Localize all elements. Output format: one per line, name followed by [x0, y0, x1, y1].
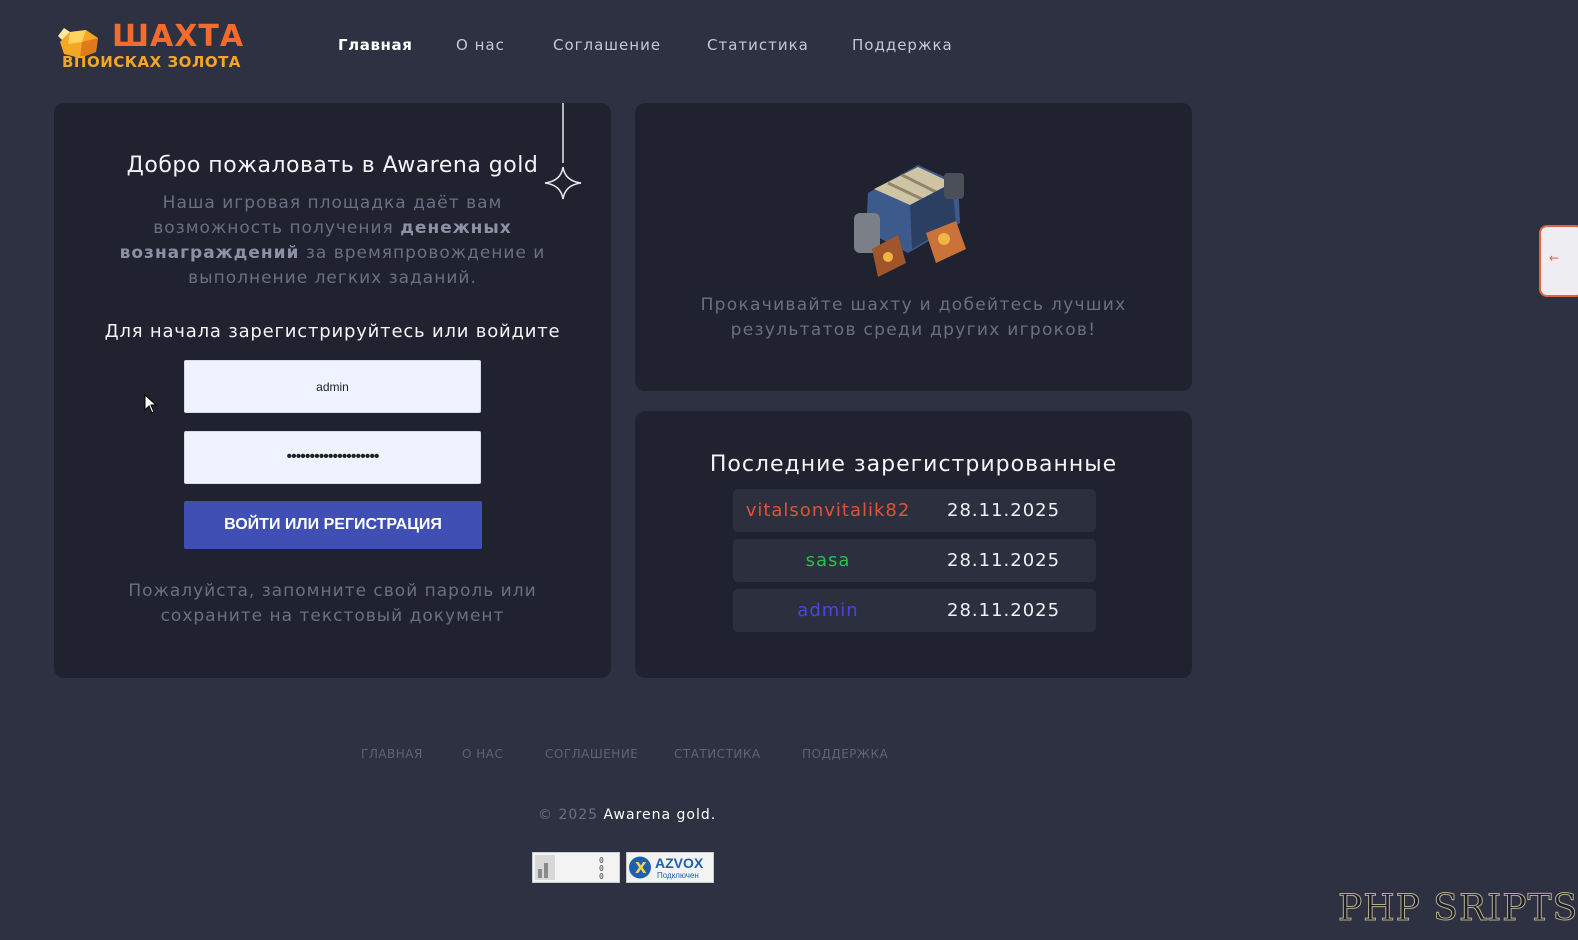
register-prompt: Для начала зарегистрируйтесь или войдите [104, 321, 561, 342]
password-input[interactable]: •••••••••••••••••••• [184, 431, 481, 484]
footer-nav-about[interactable]: О НАС [462, 747, 503, 761]
nav-statistics[interactable]: Статистика [707, 36, 809, 54]
login-input[interactable]: admin [184, 360, 481, 413]
latest-users-title: Последние зарегистрированные [709, 452, 1118, 477]
user-name[interactable]: admin [733, 600, 923, 621]
user-row: vitalsonvitalik82 28.11.2025 [733, 489, 1096, 532]
user-date: 28.11.2025 [947, 600, 1061, 621]
user-name[interactable]: sasa [733, 550, 923, 571]
mine-building-icon [854, 165, 966, 277]
logo-title: ШАХТА [112, 19, 245, 54]
user-date: 28.11.2025 [947, 500, 1061, 521]
welcome-title: Добро пожаловать в Awarena gold [126, 153, 539, 178]
mine-description: Прокачивайте шахту и добейтесь лучших ре… [700, 295, 1127, 340]
svg-text:0: 0 [599, 872, 604, 881]
footer-nav-support[interactable]: ПОДДЕРЖКА [802, 747, 888, 761]
nav-agreement[interactable]: Соглашение [553, 36, 661, 54]
mine-panel: Прокачивайте шахту и добейтесь лучших ре… [635, 103, 1192, 391]
mouse-cursor-icon [144, 394, 158, 414]
site-logo[interactable]: ШАХТА ВПОИСКАХ ЗОЛОТА [56, 20, 256, 76]
footer-nav-home[interactable]: ГЛАВНАЯ [361, 747, 423, 761]
nav-support[interactable]: Поддержка [852, 36, 953, 54]
user-name[interactable]: vitalsonvitalik82 [733, 500, 923, 521]
arrow-left-icon: ← [1549, 251, 1560, 265]
watermark: PHP SRIPTS [1337, 888, 1578, 930]
user-row: admin 28.11.2025 [733, 589, 1096, 632]
welcome-panel: Добро пожаловать в Awarena gold Наша игр… [54, 103, 611, 678]
logo-subtitle: ВПОИСКАХ ЗОЛОТА [62, 53, 241, 71]
password-note: Пожалуйста, запомните свой пароль или со… [128, 581, 537, 626]
nav-about[interactable]: О нас [456, 36, 505, 54]
counter-badge[interactable]: 0 0 0 [532, 852, 620, 883]
latest-users-panel: Последние зарегистрированные vitalsonvit… [635, 411, 1192, 678]
azvox-label: AZVOX [655, 855, 704, 871]
side-feedback-tab[interactable]: ← [1539, 225, 1578, 297]
user-row: sasa 28.11.2025 [733, 539, 1096, 582]
welcome-description: Наша игровая площадка даёт вам возможнос… [119, 193, 546, 288]
login-register-button[interactable]: ВОЙТИ ИЛИ РЕГИСТРАЦИЯ [184, 501, 482, 549]
nav-home[interactable]: Главная [338, 36, 412, 54]
footer-nav-statistics[interactable]: СТАТИСТИКА [674, 747, 761, 761]
latest-users-list: vitalsonvitalik82 28.11.2025 sasa 28.11.… [733, 489, 1096, 639]
azvox-sub: Подключен [657, 871, 699, 880]
azvox-badge[interactable]: X AZVOX Подключен [626, 852, 714, 883]
counter-chart-icon: 0 0 0 [535, 855, 604, 881]
user-date: 28.11.2025 [947, 550, 1061, 571]
footer-nav-agreement[interactable]: СОГЛАШЕНИЕ [545, 747, 638, 761]
svg-text:X: X [635, 859, 647, 877]
copyright: © 2025 Awarena gold. [538, 807, 717, 823]
